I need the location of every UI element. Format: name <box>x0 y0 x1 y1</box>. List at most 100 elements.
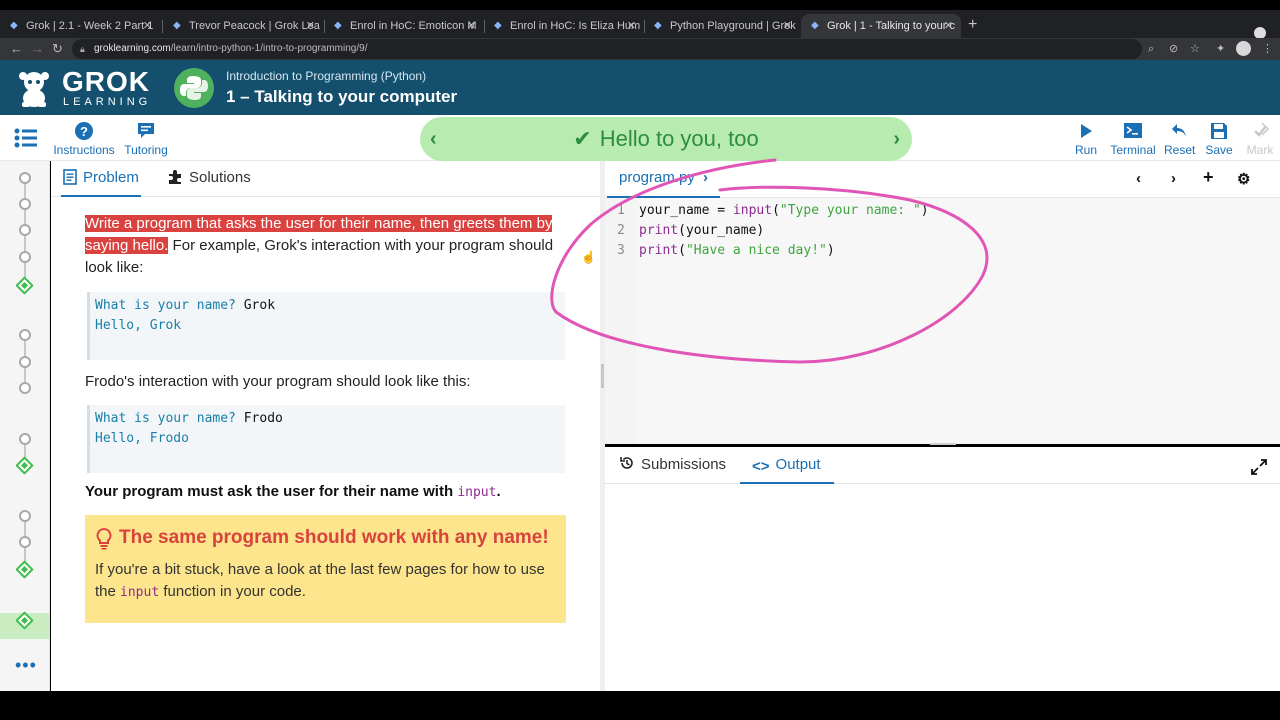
forward-icon[interactable]: → <box>31 40 44 58</box>
tutoring-button[interactable]: Tutoring <box>122 121 170 157</box>
profile-avatar[interactable] <box>1236 41 1251 56</box>
example-grok: What is your name? Grok Hello, Grok <box>87 292 565 360</box>
app-header: GROK LEARNING Introduction to Programmin… <box>0 60 1280 115</box>
chrome-menu-icon[interactable]: ⋮ <box>1262 41 1273 57</box>
tab-submissions[interactable]: Submissions <box>607 447 738 484</box>
tab-solutions[interactable]: Solutions <box>167 161 251 197</box>
add-file-icon[interactable]: + <box>1203 167 1214 188</box>
bookmark-star-icon[interactable]: ☆ <box>1190 41 1200 57</box>
browser-tab[interactable]: ◆ Python Playground | Grok ✕ <box>644 14 800 38</box>
lightbulb-icon <box>96 528 112 550</box>
chat-bubble-icon <box>138 123 154 138</box>
outline-menu-icon[interactable] <box>14 128 38 148</box>
requirement-label: Your program must ask the user for their… <box>85 483 458 500</box>
code-line[interactable]: your_name = input("Type your name: ") <box>639 201 929 221</box>
step-marker[interactable] <box>19 382 31 394</box>
browser-tab[interactable]: ◆ Trevor Peacock | Grok Lea ✕ <box>163 14 323 38</box>
step-marker[interactable] <box>19 251 31 263</box>
problem-panel: Problem Solutions Write a program that a… <box>51 161 600 691</box>
grok-favicon-icon: ◆ <box>494 20 502 31</box>
next-slide-icon[interactable]: › <box>893 117 900 161</box>
step-marker[interactable] <box>19 329 31 341</box>
toolbar: ? Instructions Tutoring ‹ ✔ Hello to you,… <box>0 115 1280 161</box>
browser-tab[interactable]: ◆ Grok | 2.1 - Week 2 Part 1 ✕ <box>0 14 160 38</box>
step-marker[interactable] <box>19 198 31 210</box>
chevron-left-icon[interactable]: ‹ <box>1136 170 1141 187</box>
extensions-icon[interactable]: ✦ <box>1216 41 1225 57</box>
tab-problem[interactable]: Problem <box>61 161 141 197</box>
step-marker[interactable] <box>19 536 31 548</box>
hint-text: If you're a bit stuck, have a look at th… <box>95 559 555 604</box>
grok-favicon-icon: ◆ <box>173 20 181 31</box>
expand-icon[interactable] <box>1250 458 1268 476</box>
editor-resize-handle[interactable] <box>930 443 956 445</box>
problem-tabs: Problem Solutions <box>51 161 600 197</box>
course-title[interactable]: Introduction to Programming (Python) <box>226 69 426 83</box>
grok-favicon-icon: ◆ <box>654 20 662 31</box>
new-tab-icon[interactable]: + <box>968 14 977 36</box>
gear-icon[interactable]: ⚙ <box>1237 170 1250 188</box>
close-tab-icon[interactable]: ✕ <box>467 14 476 38</box>
browser-tab[interactable]: ◆ Enrol in HoC: Is Eliza Hum ✕ <box>484 14 644 38</box>
step-marker[interactable] <box>19 224 31 236</box>
tab-output-label: Output <box>775 456 821 473</box>
step-marker[interactable] <box>19 356 31 368</box>
line-number: 2 <box>617 223 625 238</box>
close-tab-icon[interactable]: ✕ <box>143 14 152 38</box>
file-tab-program[interactable]: program.py › <box>607 161 721 198</box>
close-tab-icon[interactable]: ✕ <box>627 14 636 38</box>
back-icon[interactable]: ← <box>10 40 23 58</box>
url-field[interactable]: 🔒︎ groklearning.com/learn/intro-python-1… <box>72 39 1142 59</box>
frodo-text: Frodo's interaction with your program sh… <box>85 373 471 390</box>
browser-tab-active[interactable]: ◆ Grok | 1 - Talking to your c ✕ <box>801 14 961 38</box>
instructions-button[interactable]: ? Instructions <box>53 121 115 157</box>
save-label: Save <box>1205 143 1233 157</box>
reset-button[interactable]: Reset <box>1164 121 1195 157</box>
slide-stepper: ••• <box>0 161 50 691</box>
grok-mascot-logo-icon[interactable] <box>14 68 54 108</box>
tab-solutions-label: Solutions <box>189 169 251 186</box>
code-line[interactable]: print(your_name) <box>639 221 764 241</box>
grok-favicon-icon: ◆ <box>811 20 819 31</box>
close-tab-icon[interactable]: ✕ <box>944 14 953 38</box>
screen: ◆ Grok | 2.1 - Week 2 Part 1 ✕ ◆ Trevor … <box>0 0 1280 720</box>
tab-problem-label: Problem <box>83 169 139 186</box>
eye-off-icon[interactable]: ⊘ <box>1169 41 1178 57</box>
reload-icon[interactable]: ↻ <box>52 40 63 58</box>
step-completed[interactable] <box>15 276 34 295</box>
step-marker[interactable] <box>19 510 31 522</box>
browser-tab-bar: ◆ Grok | 2.1 - Week 2 Part 1 ✕ ◆ Trevor … <box>0 10 1280 39</box>
output-panel: Submissions <> Output <box>605 447 1280 691</box>
close-tab-icon[interactable]: ✕ <box>783 14 792 38</box>
grok-favicon-icon: ◆ <box>10 20 18 31</box>
hint-code: input <box>120 585 160 600</box>
step-marker[interactable] <box>19 172 31 184</box>
document-icon <box>63 169 77 185</box>
result-banner: ‹ ✔ Hello to you, too › <box>420 117 912 161</box>
step-completed[interactable] <box>15 560 34 579</box>
browser-tab[interactable]: ◆ Enrol in HoC: Emoticon M ✕ <box>324 14 484 38</box>
terminal-button[interactable]: Terminal <box>1110 121 1156 157</box>
instructions-label: Instructions <box>53 143 115 157</box>
hint-title: The same program should work with any na… <box>119 527 549 548</box>
floppy-disk-icon <box>1211 123 1227 139</box>
save-button[interactable]: Save <box>1205 121 1233 157</box>
undo-icon <box>1172 124 1186 137</box>
line-number: 1 <box>617 203 625 218</box>
mark-label: Mark <box>1246 143 1274 157</box>
run-button[interactable]: Run <box>1074 121 1098 157</box>
example-reply: Hello, Frodo <box>95 431 189 446</box>
browser-tab-label: Grok | 1 - Talking to your c <box>827 20 955 32</box>
code-line[interactable]: print("Have a nice day!") <box>639 241 835 261</box>
mark-button[interactable]: Mark <box>1245 121 1275 157</box>
close-tab-icon[interactable]: ✕ <box>306 14 315 38</box>
more-steps-icon[interactable]: ••• <box>15 655 37 676</box>
browser-tab-label: Python Playground | Grok <box>670 20 796 32</box>
previous-slide-icon[interactable]: ‹ <box>430 117 437 161</box>
chevron-right-icon[interactable]: › <box>1171 170 1176 187</box>
tab-output[interactable]: <> Output <box>740 447 834 484</box>
zoom-icon[interactable]: ⌕ <box>1148 41 1154 57</box>
step-marker[interactable] <box>19 433 31 445</box>
step-completed-current[interactable] <box>15 456 34 475</box>
grok-favicon-icon: ◆ <box>334 20 342 31</box>
